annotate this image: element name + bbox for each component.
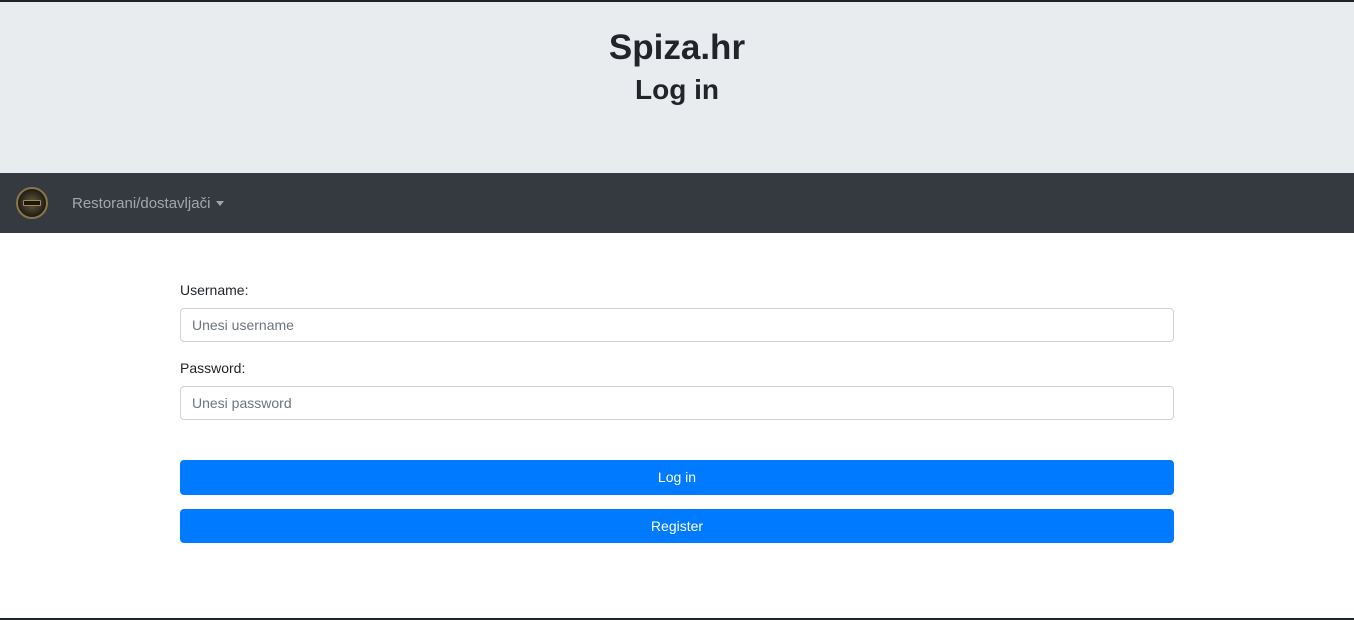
page-title: Log in xyxy=(635,74,719,105)
login-form: Username: Password: Log in Register xyxy=(180,280,1174,543)
username-group: Username: xyxy=(180,280,1174,342)
restaurant-logo-icon[interactable] xyxy=(16,187,48,219)
username-label: Username: xyxy=(180,282,249,298)
navbar: Restorani/dostavljači xyxy=(0,173,1354,233)
restaurants-dropdown-label: Restorani/dostavljači xyxy=(72,194,211,212)
password-label: Password: xyxy=(180,360,246,376)
password-group: Password: xyxy=(180,358,1174,420)
password-input[interactable] xyxy=(180,386,1174,420)
page: Spiza.hr Log in Restorani/dostavljači Us… xyxy=(0,0,1354,620)
caret-down-icon xyxy=(216,200,225,206)
username-input[interactable] xyxy=(180,308,1174,342)
site-title: Spiza.hr xyxy=(608,28,746,67)
login-button[interactable]: Log in xyxy=(180,460,1174,495)
header-jumbotron: Spiza.hr Log in xyxy=(0,2,1354,173)
restaurants-dropdown[interactable]: Restorani/dostavljači xyxy=(72,194,225,212)
register-button[interactable]: Register xyxy=(180,509,1174,543)
